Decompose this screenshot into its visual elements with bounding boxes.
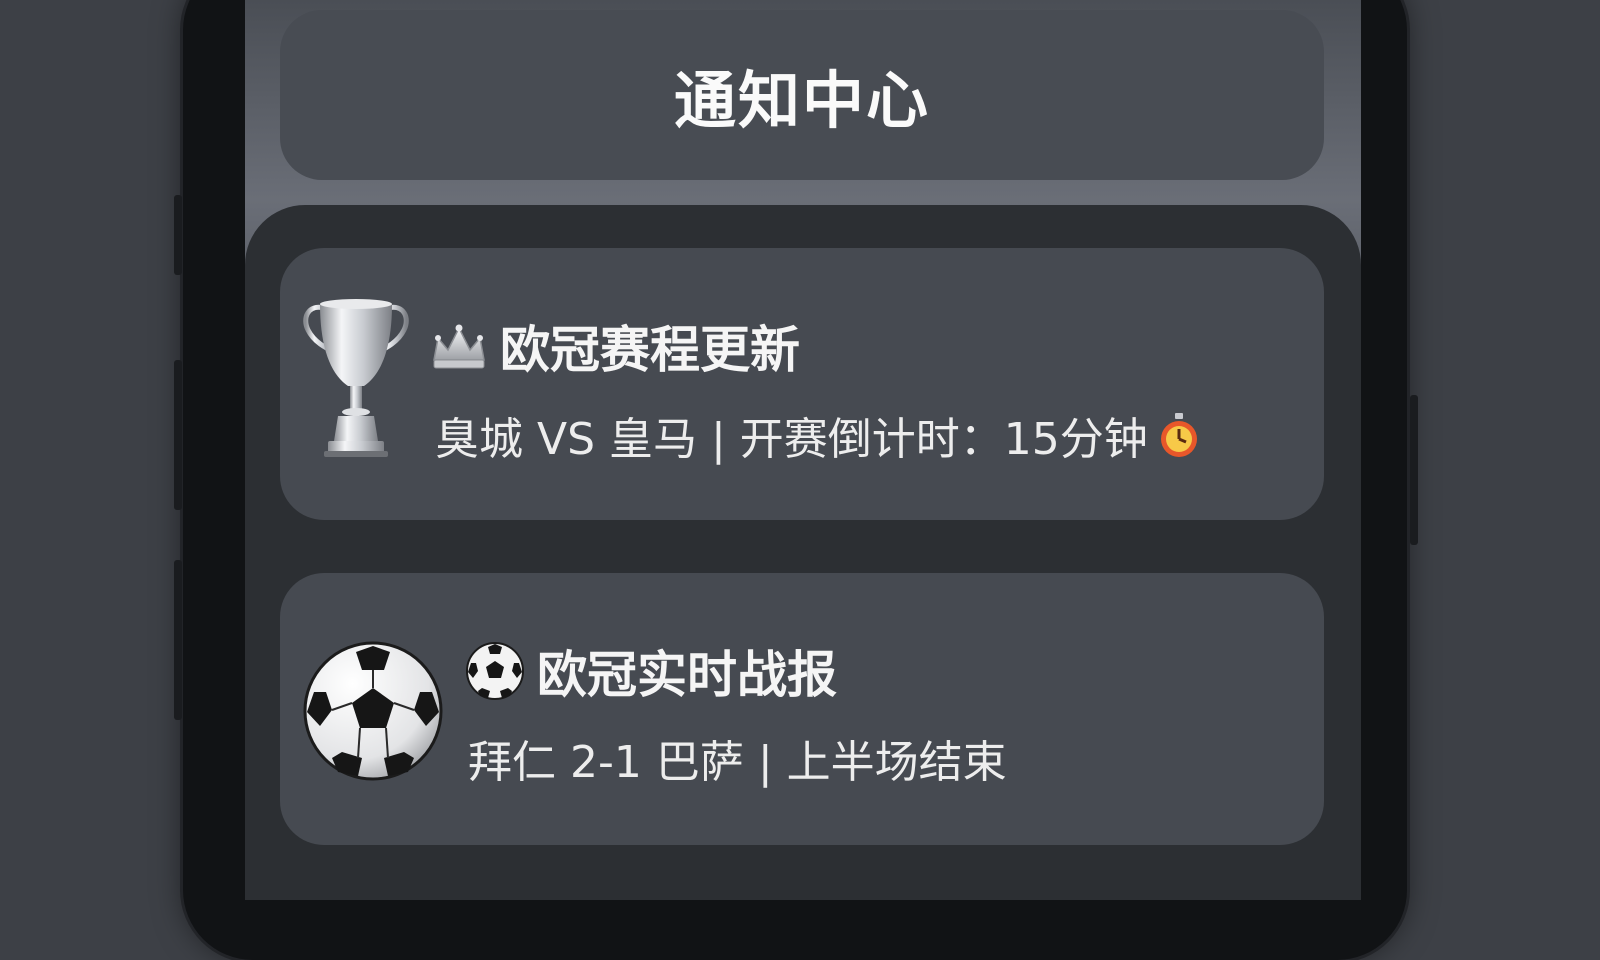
phone-side-button [174,560,182,720]
soccer-ball-icon [303,641,443,781]
notification-title-row: 欧冠赛程更新 [430,310,800,382]
notification-body: 臭城 VS 皇马 | 开赛倒计时：15分钟 [435,414,1148,465]
notification-center-header: 通知中心 [280,10,1324,180]
notification-title: 欧冠实时战报 [537,646,837,704]
notification-body-row: 拜仁 2-1 巴萨 | 上半场结束 [468,726,1007,790]
notification-body: 拜仁 2-1 巴萨 | 上半场结束 [468,737,1007,788]
notification-body-row: 臭城 VS 皇马 | 开赛倒计时：15分钟 [435,403,1200,467]
trophy-icon [303,299,409,457]
phone-side-button [174,360,182,510]
notification-card-live-report[interactable]: 欧冠实时战报 拜仁 2-1 巴萨 | 上半场结束 [280,573,1324,845]
phone-side-button [1410,395,1418,545]
notification-card-schedule-update[interactable]: 欧冠赛程更新 臭城 VS 皇马 | 开赛倒计时：15分钟 [280,248,1324,520]
page-title: 通知中心 [673,64,930,137]
soccer-ball-icon [466,642,524,700]
notification-title-row: 欧冠实时战报 [465,635,837,707]
phone-screen: 通知中心 欧冠赛程更新 臭城 VS 皇马 | 开赛倒计时：15分钟 欧冠实时战报… [245,0,1361,900]
crown-icon [433,324,485,369]
notification-list: 欧冠赛程更新 臭城 VS 皇马 | 开赛倒计时：15分钟 欧冠实时战报 拜仁 2… [245,205,1361,900]
stopwatch-icon [1160,413,1197,457]
phone-side-button [174,195,182,275]
notification-title: 欧冠赛程更新 [500,321,800,379]
